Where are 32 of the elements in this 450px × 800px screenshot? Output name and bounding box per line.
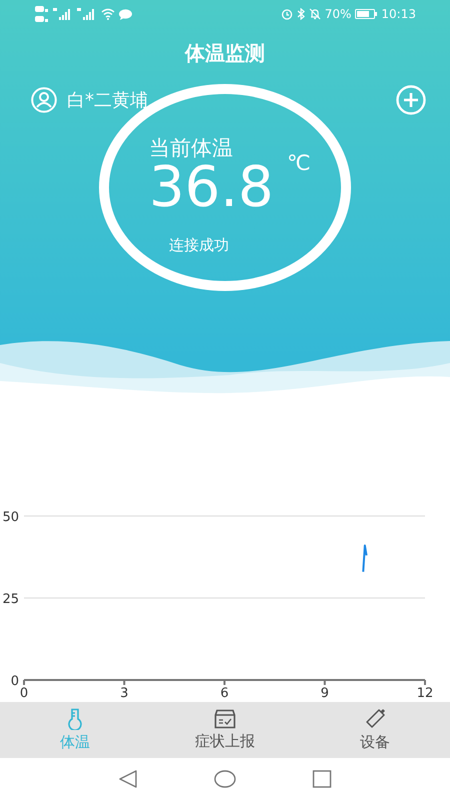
axis-label: 3 bbox=[120, 686, 128, 700]
signal-icon bbox=[77, 8, 97, 20]
signal-icon bbox=[53, 8, 73, 20]
pen-icon bbox=[364, 708, 386, 730]
axis-label: 0 bbox=[20, 686, 28, 700]
thermometer-icon bbox=[66, 708, 84, 730]
tab[interactable]: 设备 bbox=[300, 702, 450, 758]
data-line bbox=[362, 544, 368, 572]
axis-label: 50 bbox=[2, 510, 19, 525]
inbox-icon bbox=[214, 709, 236, 729]
axis-label: 12 bbox=[416, 686, 434, 700]
recents-icon[interactable] bbox=[312, 769, 332, 789]
alarm-icon bbox=[280, 8, 293, 20]
battery-percent: 70% bbox=[324, 7, 352, 21]
clock: 10:13 bbox=[381, 7, 416, 21]
connection-status: 连接成功 bbox=[169, 236, 229, 255]
gauge-label: 当前体温 bbox=[149, 135, 233, 162]
back-icon[interactable] bbox=[118, 769, 138, 789]
axis-label: 25 bbox=[2, 592, 19, 607]
axis-label: 6 bbox=[220, 686, 229, 700]
message-icon bbox=[119, 8, 132, 20]
temperature-unit: ℃ bbox=[287, 151, 311, 175]
wifi-icon bbox=[101, 8, 115, 20]
axis-label: 0 bbox=[10, 674, 19, 689]
battery-icon bbox=[355, 9, 378, 19]
home-icon[interactable] bbox=[214, 769, 236, 789]
tab[interactable]: 症状上报 bbox=[150, 702, 300, 758]
hd-icon bbox=[35, 5, 49, 23]
mute-bell-icon bbox=[308, 8, 321, 20]
page-title: 体温监测 bbox=[185, 40, 265, 66]
bluetooth-icon bbox=[296, 8, 305, 20]
axis-label: 9 bbox=[320, 686, 329, 700]
